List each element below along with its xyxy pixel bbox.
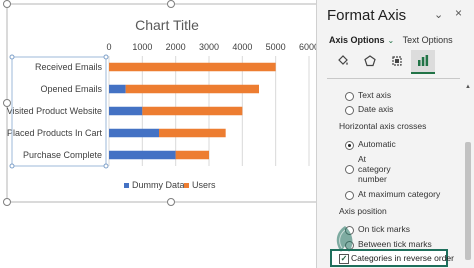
reverse-order-label[interactable]: Categories in reverse order: [351, 253, 454, 263]
divider: [327, 78, 460, 79]
dummy-data-bar[interactable]: [109, 84, 126, 94]
size-properties-icon[interactable]: [385, 50, 409, 72]
text-axis-radio[interactable]: [345, 92, 354, 101]
chart-resize-handle[interactable]: [3, 198, 11, 206]
chart-area[interactable]: Chart Title 0 1000 2000 3000 4000 5000 6000 Re…: [0, 0, 316, 268]
x-tick-label: 2000: [166, 42, 186, 52]
x-tick-label: 4000: [232, 42, 252, 52]
pane-tabs: Axis Options ⌄ Text Options: [329, 35, 453, 45]
chart-resize-handle[interactable]: [3, 0, 11, 8]
bar-chart[interactable]: Chart Title 0 1000 2000 3000 4000 5000 6000 Re…: [0, 0, 316, 268]
axis-position-heading: Axis position: [339, 206, 387, 216]
category-label: Placed Products In Cart: [7, 128, 103, 138]
x-tick-label: 3000: [199, 42, 219, 52]
between-tick-marks-label: Between tick marks: [358, 239, 432, 249]
pane-title: Format Axis: [327, 7, 407, 24]
legend-label-dummy-data: Dummy Data: [132, 180, 185, 190]
x-tick-label: 5000: [266, 42, 286, 52]
legend-swatch-users: [184, 183, 189, 188]
axis-selection-handle[interactable]: [103, 54, 109, 60]
x-tick-label: 0: [106, 42, 111, 52]
scroll-up-arrow-icon[interactable]: ▲: [464, 84, 472, 90]
chevron-down-icon[interactable]: ⌄: [388, 36, 395, 45]
horizontal-axis-crosses-heading: Horizontal axis crosses: [339, 121, 427, 131]
tab-axis-options[interactable]: Axis Options: [329, 35, 385, 45]
at-category-label: At category number: [358, 154, 391, 184]
dummy-data-bar[interactable]: [109, 128, 159, 138]
fill-line-icon[interactable]: [331, 50, 355, 72]
cursor-pointer-icon: [336, 226, 353, 252]
close-pane-button[interactable]: ×: [455, 6, 462, 20]
chevron-down-icon[interactable]: ⌄: [434, 8, 443, 21]
date-axis-radio[interactable]: [345, 106, 354, 115]
category-label: Visited Product Website: [7, 106, 102, 116]
axis-selection-handle[interactable]: [9, 54, 15, 60]
category-label: Opened Emails: [40, 84, 102, 94]
at-category-radio[interactable]: [345, 165, 354, 174]
reverse-order-checkbox[interactable]: ✓: [339, 254, 349, 264]
users-bar[interactable]: [109, 62, 276, 72]
legend-label-users: Users: [192, 180, 216, 190]
category-label: Received Emails: [35, 62, 103, 72]
users-bar[interactable]: [142, 106, 243, 116]
chart-resize-handle[interactable]: [167, 0, 175, 8]
users-bar[interactable]: [125, 84, 260, 94]
date-axis-label: Date axis: [358, 104, 394, 114]
dummy-data-bar[interactable]: [109, 106, 143, 116]
dummy-data-bar[interactable]: [109, 150, 176, 160]
axis-selection-handle[interactable]: [103, 163, 109, 169]
users-bar[interactable]: [175, 150, 209, 160]
chart-border: [6, 3, 316, 203]
at-maximum-radio[interactable]: [345, 191, 354, 200]
chart-title[interactable]: Chart Title: [135, 17, 199, 33]
pane-scrollbar[interactable]: ▲: [464, 84, 472, 262]
scrollbar-thumb[interactable]: [465, 142, 471, 260]
chart-resize-handle[interactable]: [167, 198, 175, 206]
x-tick-label: 6000: [299, 42, 316, 52]
axis-selection-handle[interactable]: [9, 163, 15, 169]
on-tick-marks-label: On tick marks: [358, 224, 410, 234]
axis-options-bar-chart-icon[interactable]: [411, 50, 435, 74]
at-maximum-label: At maximum category: [358, 189, 441, 199]
x-tick-label: 1000: [132, 42, 152, 52]
automatic-label: Automatic: [358, 139, 396, 149]
tab-text-options[interactable]: Text Options: [403, 35, 453, 45]
automatic-radio[interactable]: [345, 141, 354, 150]
category-label: Purchase Complete: [23, 150, 102, 160]
legend-swatch-dummy-data: [124, 183, 129, 188]
users-bar[interactable]: [159, 128, 226, 138]
text-axis-label: Text axis: [358, 90, 392, 100]
effects-pentagon-icon[interactable]: [358, 50, 382, 72]
